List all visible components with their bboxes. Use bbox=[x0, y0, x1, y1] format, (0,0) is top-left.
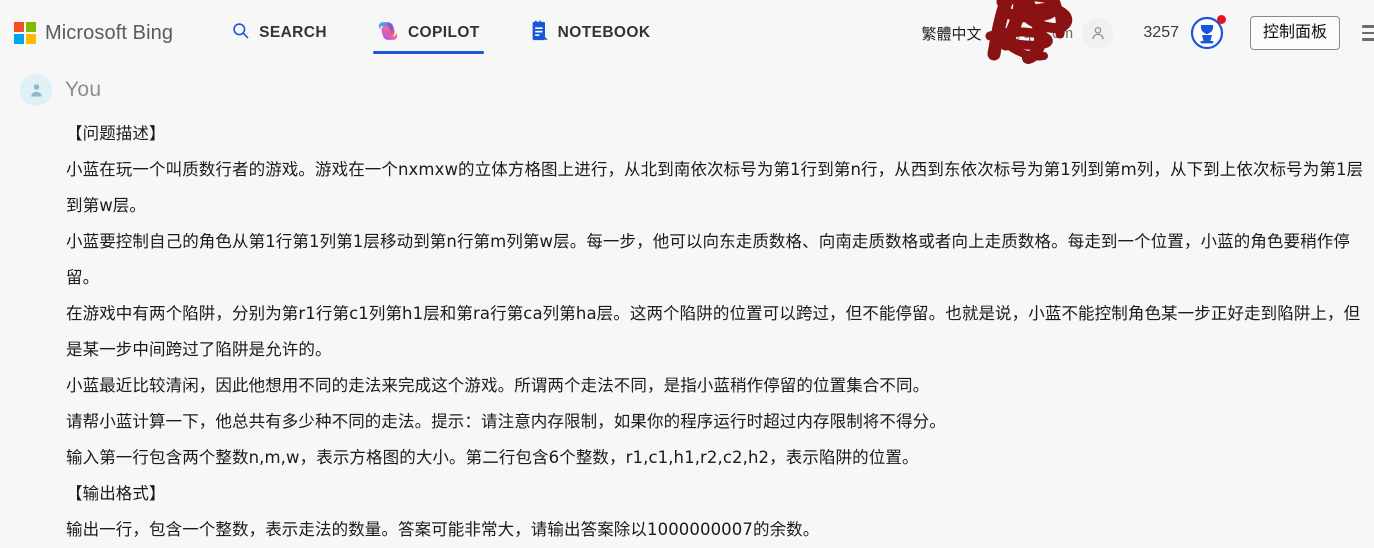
nav-item-search[interactable]: SEARCH bbox=[217, 0, 341, 66]
message-paragraph: 小蓝最近比较清闲，因此他想用不同的走法来完成这个游戏。所谓两个走法不同，是指小蓝… bbox=[66, 376, 930, 395]
nav-item-copilot-label: COPILOT bbox=[407, 24, 480, 41]
header-right-zone: 繁體中文 @qq.com 3257 控制面板 bbox=[922, 0, 1374, 66]
search-icon bbox=[231, 21, 250, 45]
user-avatar-icon bbox=[20, 74, 52, 106]
active-tab-indicator bbox=[372, 51, 484, 54]
account-info: @qq.com bbox=[985, 0, 1114, 64]
hamburger-menu-icon[interactable] bbox=[1362, 25, 1374, 41]
language-switcher[interactable]: 繁體中文 bbox=[922, 23, 982, 44]
message-paragraph: 输入第一行包含两个整数n,m,w，表示方格图的大小。第二行包含6个整数，r1,c… bbox=[66, 448, 919, 467]
message-paragraph: 输出一行，包含一个整数，表示走法的数量。答案可能非常大，请输出答案除以10000… bbox=[66, 520, 820, 539]
control-panel-button[interactable]: 控制面板 bbox=[1249, 16, 1340, 50]
message-paragraph: 小蓝要控制自己的角色从第1行第1列第1层移动到第n行第m列第w层。每一步，他可以… bbox=[66, 232, 1350, 287]
rewards-points-count: 3257 bbox=[1143, 24, 1179, 41]
message-paragraph: 【输出格式】 bbox=[66, 484, 166, 503]
conversation-panel: You 【问题描述】 小蓝在玩一个叫质数行者的游戏。游戏在一个nxmxw的立体方… bbox=[0, 66, 1374, 548]
copilot-icon bbox=[377, 20, 399, 47]
nav-item-search-label: SEARCH bbox=[259, 24, 327, 41]
main-nav: SEARCH COPILOT NOTEBOOK bbox=[217, 0, 664, 66]
notebook-icon bbox=[530, 19, 549, 47]
nav-item-notebook-label: NOTEBOOK bbox=[557, 24, 651, 41]
speaker-name: You bbox=[65, 78, 102, 101]
message-speaker: You bbox=[0, 66, 1374, 110]
message-paragraph: 请帮小蓝计算一下，他总共有多少种不同的走法。提示：请注意内存限制，如果你的程序运… bbox=[66, 412, 946, 431]
message-paragraph: 小蓝在玩一个叫质数行者的游戏。游戏在一个nxmxw的立体方格图上进行，从北到南依… bbox=[66, 160, 1364, 215]
top-header: Microsoft Bing SEARCH COPILOT NOTEBOOK 繁… bbox=[0, 0, 1374, 66]
message-paragraph: 在游戏中有两个陷阱，分别为第r1行第c1列第h1层和第ra行第ca列第ha层。这… bbox=[66, 304, 1361, 359]
account-avatar[interactable] bbox=[1082, 17, 1114, 49]
brand-name: Microsoft Bing bbox=[45, 21, 174, 44]
account-email: @qq.com bbox=[1007, 24, 1074, 42]
bing-brand-logo[interactable]: Microsoft Bing bbox=[14, 22, 173, 45]
nav-item-copilot[interactable]: COPILOT bbox=[363, 0, 494, 66]
nav-item-notebook[interactable]: NOTEBOOK bbox=[516, 0, 665, 66]
microsoft-logo-icon bbox=[14, 22, 36, 44]
notification-dot bbox=[1216, 15, 1226, 24]
user-message-body: 【问题描述】 小蓝在玩一个叫质数行者的游戏。游戏在一个nxmxw的立体方格图上进… bbox=[0, 110, 1374, 548]
rewards-medal-icon[interactable] bbox=[1190, 15, 1226, 50]
message-paragraph: 【问题描述】 bbox=[66, 124, 166, 143]
